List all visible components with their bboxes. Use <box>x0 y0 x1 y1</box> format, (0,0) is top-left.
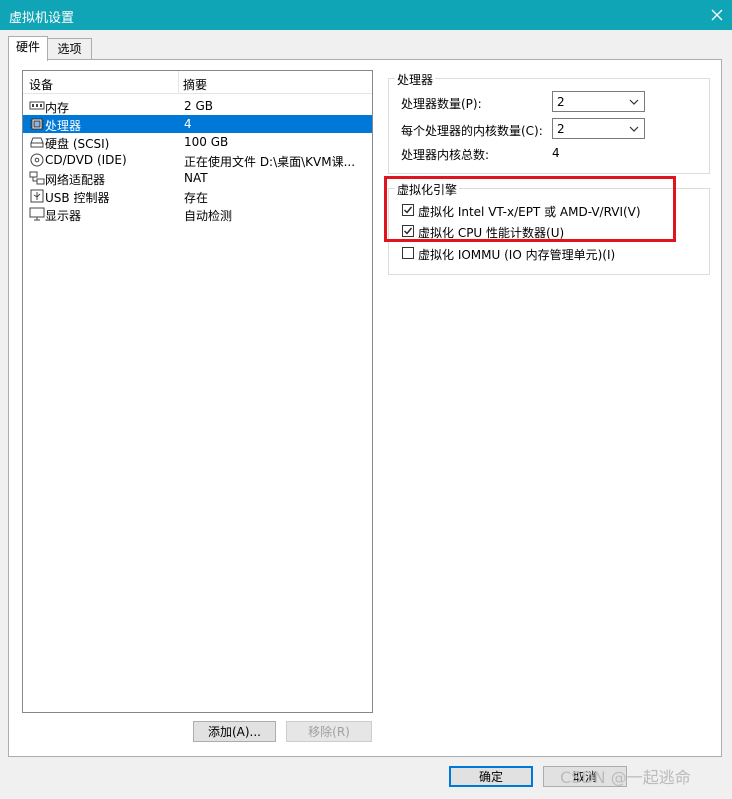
device-summary: 自动检测 <box>184 209 233 223</box>
cores-per-processor-label: 每个处理器的内核数量(C): <box>401 124 543 138</box>
title-bar: 虚拟机设置 <box>0 0 732 30</box>
device-row-processor[interactable]: 处理器 4 <box>23 115 372 133</box>
column-divider[interactable] <box>178 71 179 93</box>
iommu-label[interactable]: 虚拟化 IOMMU (IO 内存管理单元)(I) <box>418 246 615 263</box>
cores-per-processor-value: 2 <box>557 122 565 136</box>
device-summary: 100 GB <box>184 135 229 149</box>
ok-button[interactable]: 确定 <box>449 766 533 787</box>
column-header-summary[interactable]: 摘要 <box>183 76 207 93</box>
chevron-down-icon <box>628 96 640 108</box>
tab-hardware[interactable]: 硬件 <box>8 36 48 61</box>
device-row-display[interactable]: 显示器 自动检测 <box>23 205 372 223</box>
device-row-hard-disk[interactable]: 硬盘 (SCSI) 100 GB <box>23 133 372 151</box>
memory-icon <box>29 99 45 113</box>
device-name: USB 控制器 <box>45 191 110 205</box>
device-row-memory[interactable]: 内存 2 GB <box>23 97 372 115</box>
device-name: 处理器 <box>45 119 82 133</box>
highlight-annotation-box <box>384 176 676 242</box>
remove-device-button[interactable]: 移除(R) <box>286 721 372 742</box>
add-device-button[interactable]: 添加(A)... <box>193 721 276 742</box>
total-cores-label: 处理器内核总数: <box>401 148 490 162</box>
processor-group-legend: 处理器 <box>395 71 436 88</box>
device-row-cd-dvd[interactable]: CD/DVD (IDE) 正在使用文件 D:\桌面\KVM课... <box>23 151 372 169</box>
processor-count-value: 2 <box>557 95 565 109</box>
column-header-device[interactable]: 设备 <box>29 76 53 93</box>
device-summary: 4 <box>184 117 192 131</box>
hard-disk-icon <box>29 135 45 149</box>
device-name: CD/DVD (IDE) <box>45 153 127 167</box>
device-summary: NAT <box>184 171 208 185</box>
device-summary: 正在使用文件 D:\桌面\KVM课... <box>184 155 356 169</box>
processor-count-label: 处理器数量(P): <box>401 97 482 111</box>
device-summary: 2 GB <box>184 99 213 113</box>
network-icon <box>29 171 45 185</box>
device-list[interactable]: 设备 摘要 内存 2 GB 处理器 4 硬盘 (SCSI) 100 GB CD/… <box>22 70 373 713</box>
close-icon[interactable] <box>702 0 732 30</box>
cd-dvd-icon <box>29 153 45 167</box>
tab-options[interactable]: 选项 <box>47 38 92 60</box>
window-title: 虚拟机设置 <box>9 11 75 26</box>
device-name: 网络适配器 <box>45 173 106 187</box>
device-name: 显示器 <box>45 209 82 223</box>
usb-icon <box>29 189 45 203</box>
total-cores-value: 4 <box>552 146 560 160</box>
device-row-usb[interactable]: USB 控制器 存在 <box>23 187 372 205</box>
device-list-header: 设备 摘要 <box>23 71 372 94</box>
processor-count-select[interactable]: 2 <box>552 91 645 112</box>
device-name: 内存 <box>45 101 70 115</box>
display-icon <box>29 207 45 221</box>
cores-per-processor-select[interactable]: 2 <box>552 118 645 139</box>
device-summary: 存在 <box>184 191 209 205</box>
cpu-icon <box>29 117 45 131</box>
device-row-network[interactable]: 网络适配器 NAT <box>23 169 372 187</box>
chevron-down-icon <box>628 123 640 135</box>
device-name: 硬盘 (SCSI) <box>45 137 110 151</box>
iommu-checkbox[interactable] <box>402 247 414 259</box>
watermark: CSDN @一起逃命 <box>560 768 691 787</box>
